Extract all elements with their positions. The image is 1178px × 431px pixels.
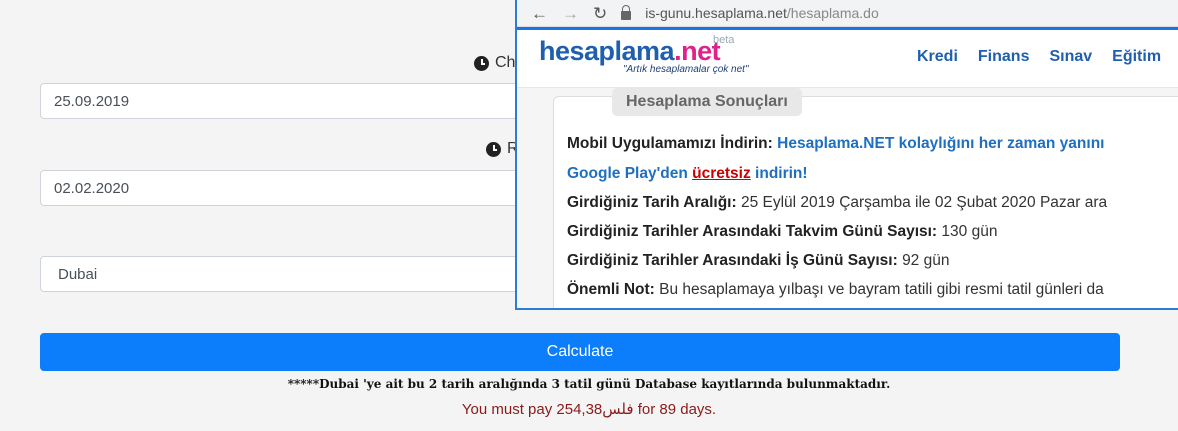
results-area: Hesaplama Sonuçları Mobil Uygulamamızı İ… (517, 88, 1178, 308)
google-play-line: Google Play'den ücretsiz indirin! (567, 165, 808, 183)
download-link[interactable]: indirin! (755, 165, 808, 182)
url-text[interactable]: is-gunu.hesaplama.net/hesaplama.do (645, 5, 879, 21)
date-range-label: Girdiğiniz Tarih Aralığı: (567, 194, 737, 211)
calendar-days-value: 130 gün (941, 223, 998, 240)
back-arrow-icon[interactable]: ← (531, 5, 548, 22)
url-host: is-gunu.hesaplama.net (645, 5, 787, 21)
free-link[interactable]: ücretsiz (692, 165, 751, 182)
work-days-label: Girdiğiniz Tarihler Arasındaki İş Günü S… (567, 252, 898, 269)
menu-item-kredi[interactable]: Kredi (917, 48, 958, 66)
overlay-browser-window: ← → ↻ is-gunu.hesaplama.net/hesaplama.do… (515, 0, 1178, 310)
beta-badge: beta (713, 34, 735, 46)
calendar-days-label: Girdiğiniz Tarihler Arasındaki Takvim Gü… (567, 223, 938, 240)
url-path: /hesaplama.do (786, 5, 879, 21)
menu-item-finans[interactable]: Finans (978, 48, 1030, 66)
calculate-button[interactable]: Calculate (40, 333, 1120, 371)
menu-item-egitim[interactable]: Eğitim (1112, 48, 1161, 66)
site-tagline: "Artık hesaplamalar çok net" (623, 64, 749, 75)
site-logo[interactable]: hesaplama.net (539, 36, 721, 67)
important-note-line: Önemli Not: Bu hesaplamaya yılbaşı ve ba… (567, 281, 1104, 299)
app-download-label: Mobil Uygulamamızı İndirin: (567, 135, 773, 152)
clock-icon (486, 141, 501, 157)
work-days-value: 92 gün (902, 252, 950, 269)
reload-icon[interactable]: ↻ (593, 5, 607, 22)
app-download-line: Mobil Uygulamamızı İndirin: Hesaplama.NE… (567, 135, 1104, 153)
database-note: *****Dubai 'ye ait bu 2 tarih aralığında… (287, 377, 891, 391)
main-menu: Kredi Finans Sınav Eğitim (917, 48, 1161, 66)
important-note-value: Bu hesaplamaya yılbaşı ve bayram tatili … (659, 281, 1104, 298)
google-play-link[interactable]: Google Play'den (567, 165, 688, 182)
start-date-value: 25.09.2019 (54, 92, 130, 110)
payment-result: You must pay 254,38فلس for 89 days. (461, 401, 717, 418)
date-range-line: Girdiğiniz Tarih Aralığı: 25 Eylül 2019 … (567, 194, 1107, 212)
address-bar: ← → ↻ is-gunu.hesaplama.net/hesaplama.do (517, 0, 1178, 27)
work-days-line: Girdiğiniz Tarihler Arasındaki İş Günü S… (567, 252, 949, 270)
important-note-label: Önemli Not: (567, 281, 655, 298)
forward-arrow-icon[interactable]: → (562, 5, 579, 22)
results-legend: Hesaplama Sonuçları (612, 88, 802, 116)
city-select-value: Dubai (58, 265, 98, 283)
lock-icon (621, 4, 632, 20)
app-download-link[interactable]: Hesaplama.NET kolaylığını her zaman yanı… (777, 135, 1104, 152)
calendar-days-line: Girdiğiniz Tarihler Arasındaki Takvim Gü… (567, 223, 997, 241)
clock-icon (474, 55, 489, 71)
site-header: hesaplama.net beta "Artık hesaplamalar ç… (517, 30, 1178, 88)
end-date-value: 02.02.2020 (54, 179, 130, 197)
logo-main: hesaplama (539, 36, 675, 66)
end-date-label: R (486, 140, 519, 158)
date-range-value: 25 Eylül 2019 Çarşamba ile 02 Şubat 2020… (740, 194, 1108, 211)
menu-item-sinav[interactable]: Sınav (1049, 48, 1092, 66)
